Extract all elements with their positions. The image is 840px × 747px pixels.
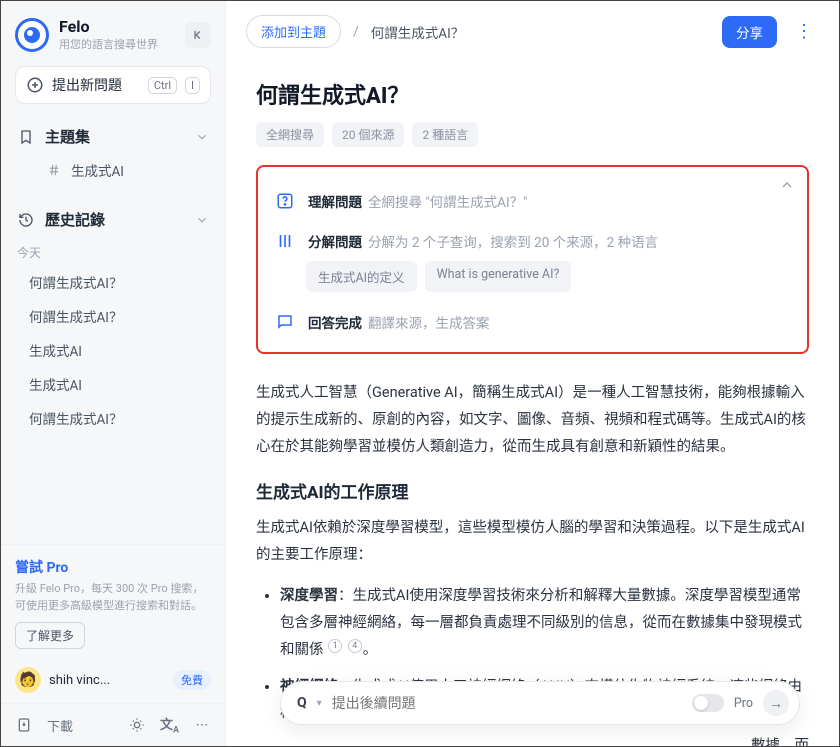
pro-title: 嘗試 Pro [15, 557, 211, 577]
followup-input[interactable] [332, 695, 682, 711]
citation[interactable]: 1 [328, 639, 342, 653]
step1-desc: 全網搜尋 "何謂生成式AI？" [368, 195, 527, 211]
history-item[interactable]: 何謂生成式AI？ [15, 401, 211, 435]
answer-li1: 深度學習：生成式AI使用深度學習技術來分析和解釋大量數據。深度學習模型通常包含多… [280, 583, 809, 663]
topic-item-label: 生成式AI [71, 160, 124, 180]
citation[interactable]: 4 [348, 639, 362, 653]
topbar: 添加到主題 / 何謂生成式AI？ 分享 ⋮ [226, 1, 839, 60]
history-icon [17, 211, 35, 229]
shortcut-i: I [185, 77, 200, 94]
shortcut-ctrl: Ctrl [148, 77, 177, 94]
plan-badge: 免費 [173, 670, 211, 690]
history-today-label: 今天 [15, 236, 211, 265]
followup-bar: Q ▾ Pro → [280, 681, 800, 725]
theme-icon[interactable] [128, 716, 146, 734]
meta-tag[interactable]: 2 種語言 [412, 122, 478, 147]
step2-name: 分解問題 [308, 235, 362, 251]
question-icon [276, 192, 296, 210]
brand-name: Felo [59, 17, 158, 36]
download-icon[interactable] [15, 716, 33, 734]
pro-toggle[interactable] [692, 694, 724, 712]
history-label: 歷史記錄 [45, 209, 185, 230]
add-to-topic-button[interactable]: 添加到主題 [246, 15, 341, 48]
breadcrumb: 何謂生成式AI？ [371, 22, 464, 42]
sidebar: Felo 用您的語言搜尋世界 提出新問題 Ctrl I 主題集 [1, 1, 226, 746]
subquery-chip[interactable]: What is generative AI? [425, 261, 572, 292]
meta-tag[interactable]: 全網搜尋 [256, 122, 324, 147]
topics-header[interactable]: 主題集 [15, 120, 211, 153]
reasoning-steps: 理解問題全網搜尋 "何謂生成式AI？" 分解問題分解为 2 个子查询，搜索到 2… [256, 165, 809, 354]
pro-learn-more-button[interactable]: 了解更多 [15, 622, 85, 649]
more-icon[interactable]: ⋯ [193, 716, 211, 734]
topic-item[interactable]: 生成式AI [15, 153, 211, 187]
decompose-icon [276, 232, 296, 251]
history-item[interactable]: 何謂生成式AI？ [15, 299, 211, 333]
download-label[interactable]: 下載 [47, 716, 73, 735]
main: 添加到主題 / 何謂生成式AI？ 分享 ⋮ 何謂生成式AI？ 全網搜尋 20 個… [226, 1, 839, 746]
logo-icon [15, 18, 49, 52]
user-name: shih vinc... [49, 673, 165, 688]
subquery-chip[interactable]: 生成式AI的定义 [306, 261, 417, 292]
history-header[interactable]: 歷史記錄 [15, 203, 211, 236]
search-icon[interactable]: Q [297, 695, 307, 711]
pro-promo: 嘗試 Pro 升級 Felo Pro，每天 300 次 Pro 搜索，可使用更多… [1, 544, 225, 657]
chevron-down-icon [195, 130, 209, 144]
new-question-button[interactable]: 提出新問題 Ctrl I [15, 66, 211, 104]
bookmark-icon [17, 128, 35, 146]
step3-desc: 翻譯來源，生成答案 [368, 316, 490, 332]
language-icon[interactable]: 文A [160, 714, 179, 736]
step2-desc: 分解为 2 个子查询，搜索到 20 个来源，2 种语言 [368, 235, 658, 251]
chevron-down-icon [195, 213, 209, 227]
pro-toggle-label: Pro [734, 696, 753, 711]
step1-name: 理解問題 [308, 195, 362, 211]
share-button[interactable]: 分享 [722, 16, 777, 48]
pro-desc: 升級 Felo Pro，每天 300 次 Pro 搜索，可使用更多高級模型進行搜… [15, 581, 211, 614]
breadcrumb-separator: / [353, 24, 359, 40]
chevron-up-icon[interactable] [779, 177, 795, 193]
answer-p2: 生成式AI依賴於深度學習模型，這些模型模仿人腦的學習和決策過程。以下是生成式AI… [256, 515, 809, 569]
submit-button[interactable]: → [763, 690, 789, 716]
answer-tail: 數據，而 [256, 733, 809, 746]
content: 何謂生成式AI？ 全網搜尋 20 個來源 2 種語言 理解問題全網搜尋 "何謂生… [226, 60, 839, 746]
brand[interactable]: Felo 用您的語言搜尋世界 [15, 17, 158, 52]
plus-circle-icon [26, 76, 44, 94]
answer-icon [276, 313, 296, 331]
topics-label: 主題集 [45, 126, 185, 147]
history-item[interactable]: 生成式AI [15, 367, 211, 401]
user-row[interactable]: 🧑 shih vinc... 免費 [1, 657, 225, 703]
avatar: 🧑 [15, 667, 41, 693]
new-question-label: 提出新問題 [52, 75, 140, 95]
meta-tag[interactable]: 20 個來源 [332, 122, 404, 147]
question-title: 何謂生成式AI？ [256, 78, 809, 110]
topbar-more-button[interactable]: ⋮ [789, 21, 819, 42]
answer-intro: 生成式人工智慧（Generative AI，簡稱生成式AI）是一種人工智慧技術，… [256, 380, 809, 460]
hash-icon [45, 161, 63, 179]
history-item[interactable]: 何謂生成式AI？ [15, 265, 211, 299]
history-item[interactable]: 生成式AI [15, 333, 211, 367]
chevron-down-icon[interactable]: ▾ [317, 698, 322, 709]
step3-name: 回答完成 [308, 316, 362, 332]
collapse-sidebar-button[interactable] [185, 22, 211, 48]
brand-tagline: 用您的語言搜尋世界 [59, 36, 158, 52]
answer-h2: 生成式AI的工作原理 [256, 478, 809, 503]
